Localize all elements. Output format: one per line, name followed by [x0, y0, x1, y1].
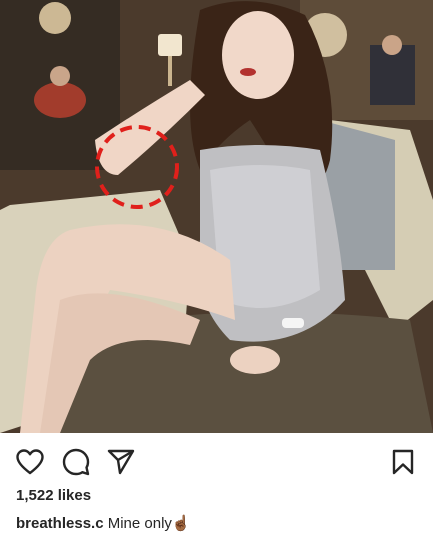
- post-caption: breathless.c Mine only☝🏾: [16, 514, 191, 534]
- bookmark-icon: [392, 449, 414, 475]
- heart-icon: [16, 449, 44, 475]
- post-action-bar: [0, 433, 433, 491]
- comment-button[interactable]: [61, 447, 91, 477]
- likes-count[interactable]: 1,522 likes: [16, 486, 91, 506]
- chandelier-icon: [39, 2, 71, 34]
- save-button[interactable]: [388, 447, 418, 477]
- caption-text: Mine only: [107, 515, 172, 532]
- post-photo-illustration: [0, 0, 433, 433]
- like-button[interactable]: [15, 447, 45, 477]
- lamp-icon: [158, 34, 182, 56]
- pointing-up-emoji-icon: ☝🏾: [171, 515, 191, 532]
- caption-username[interactable]: breathless.c: [16, 515, 104, 532]
- send-icon: [107, 449, 135, 475]
- comment-icon: [62, 448, 90, 476]
- post-photo[interactable]: [0, 0, 433, 433]
- share-button[interactable]: [106, 447, 136, 477]
